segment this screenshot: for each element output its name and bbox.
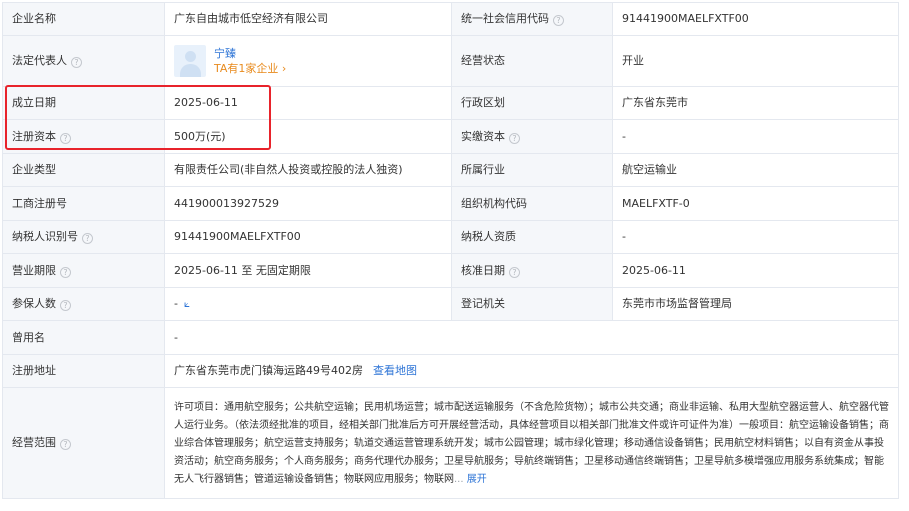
expand-button[interactable]: 展开: [467, 474, 487, 485]
value-org-code: MAELFXTF-0: [612, 186, 899, 221]
label-insured-count: 参保人数?: [2, 287, 165, 321]
help-icon[interactable]: ?: [71, 57, 82, 68]
help-icon[interactable]: ?: [60, 266, 71, 278]
legal-rep-name-link[interactable]: 宁臻: [214, 46, 286, 61]
value-business-status: 开业: [612, 35, 899, 87]
help-icon[interactable]: ?: [553, 15, 564, 26]
label-admin-region: 行政区划: [451, 86, 613, 120]
label-paid-capital: 实缴资本?: [451, 119, 613, 154]
row-address: 注册地址 广东省东莞市虎门镇海运路49号402房 查看地图: [2, 354, 899, 388]
help-icon[interactable]: ?: [60, 439, 71, 450]
row-established-date: 成立日期 2025-06-11 行政区划 广东省东莞市: [2, 86, 899, 120]
label-legal-rep: 法定代表人?: [2, 35, 165, 87]
scope-ellipsis: ...: [454, 474, 464, 485]
trend-chart-icon[interactable]: ⟀: [184, 299, 190, 310]
help-icon[interactable]: ?: [82, 233, 93, 244]
label-taxpayer-id: 纳税人识别号?: [2, 220, 165, 254]
row-taxpayer-id: 纳税人识别号? 91441900MAELFXTF00 纳税人资质 -: [2, 220, 899, 254]
value-registration-authority: 东莞市市场监督管理局: [612, 287, 899, 321]
row-business-scope: 经营范围? 许可项目：通用航空服务；公共航空运输；民用机场运营；城市配送运输服务…: [2, 387, 899, 499]
label-business-scope: 经营范围?: [2, 387, 165, 499]
value-business-term: 2025-06-11 至 无固定期限: [164, 253, 452, 288]
value-industry: 航空运输业: [612, 153, 899, 187]
label-industry: 所属行业: [451, 153, 613, 187]
label-established-date: 成立日期: [2, 86, 165, 120]
label-reg-number: 工商注册号: [2, 186, 165, 221]
view-map-link[interactable]: 查看地图: [373, 364, 417, 377]
help-icon[interactable]: ?: [60, 132, 71, 144]
row-business-term: 营业期限? 2025-06-11 至 无固定期限 核准日期? 2025-06-1…: [2, 253, 899, 288]
value-legal-rep: 宁臻 TA有1家企业 ›: [164, 35, 452, 87]
label-business-status: 经营状态: [451, 35, 613, 87]
value-registered-capital: 500万(元): [164, 119, 452, 154]
row-company-name: 企业名称 广东自由城市低空经济有限公司 统一社会信用代码? 91441900MA…: [2, 2, 899, 36]
help-icon[interactable]: ?: [509, 266, 520, 278]
value-reg-number: 441900013927529: [164, 186, 452, 221]
row-former-name: 曾用名 -: [2, 320, 899, 355]
label-company-type: 企业类型: [2, 153, 165, 187]
label-registered-capital: 注册资本?: [2, 119, 165, 154]
label-registration-authority: 登记机关: [451, 287, 613, 321]
value-approval-date: 2025-06-11: [612, 253, 899, 288]
value-established-date: 2025-06-11: [164, 86, 452, 120]
value-insured-count: - ⟀: [164, 287, 452, 321]
row-legal-rep: 法定代表人? 宁臻 TA有1家企业 › 经营状态 开业: [2, 35, 899, 87]
company-info-table: 企业名称 广东自由城市低空经济有限公司 统一社会信用代码? 91441900MA…: [2, 2, 899, 499]
label-approval-date: 核准日期?: [451, 253, 613, 288]
row-reg-number: 工商注册号 441900013927529 组织机构代码 MAELFXTF-0: [2, 186, 899, 221]
legal-rep-companies-link[interactable]: TA有1家企业 ›: [214, 61, 286, 76]
value-taxpayer-id: 91441900MAELFXTF00: [164, 220, 452, 254]
label-credit-code: 统一社会信用代码?: [451, 2, 613, 36]
value-company-name: 广东自由城市低空经济有限公司: [164, 2, 452, 36]
label-org-code: 组织机构代码: [451, 186, 613, 221]
value-business-scope: 许可项目：通用航空服务；公共航空运输；民用机场运营；城市配送运输服务（不含危险货…: [164, 387, 899, 499]
label-address: 注册地址: [2, 354, 165, 388]
row-registered-capital: 注册资本? 500万(元) 实缴资本? -: [2, 119, 899, 154]
value-taxpayer-qualification: -: [612, 220, 899, 254]
help-icon[interactable]: ?: [60, 300, 71, 311]
value-address: 广东省东莞市虎门镇海运路49号402房 查看地图: [164, 354, 899, 388]
label-company-name: 企业名称: [2, 2, 165, 36]
label-taxpayer-qualification: 纳税人资质: [451, 220, 613, 254]
value-company-type: 有限责任公司(非自然人投资或控股的法人独资): [164, 153, 452, 187]
avatar[interactable]: [174, 45, 206, 77]
value-paid-capital: -: [612, 119, 899, 154]
row-insured-count: 参保人数? - ⟀ 登记机关 东莞市市场监督管理局: [2, 287, 899, 321]
value-admin-region: 广东省东莞市: [612, 86, 899, 120]
label-business-term: 营业期限?: [2, 253, 165, 288]
label-former-name: 曾用名: [2, 320, 165, 355]
row-company-type: 企业类型 有限责任公司(非自然人投资或控股的法人独资) 所属行业 航空运输业: [2, 153, 899, 187]
help-icon[interactable]: ?: [509, 132, 520, 144]
value-former-name: -: [164, 320, 899, 355]
value-credit-code: 91441900MAELFXTF00: [612, 2, 899, 36]
